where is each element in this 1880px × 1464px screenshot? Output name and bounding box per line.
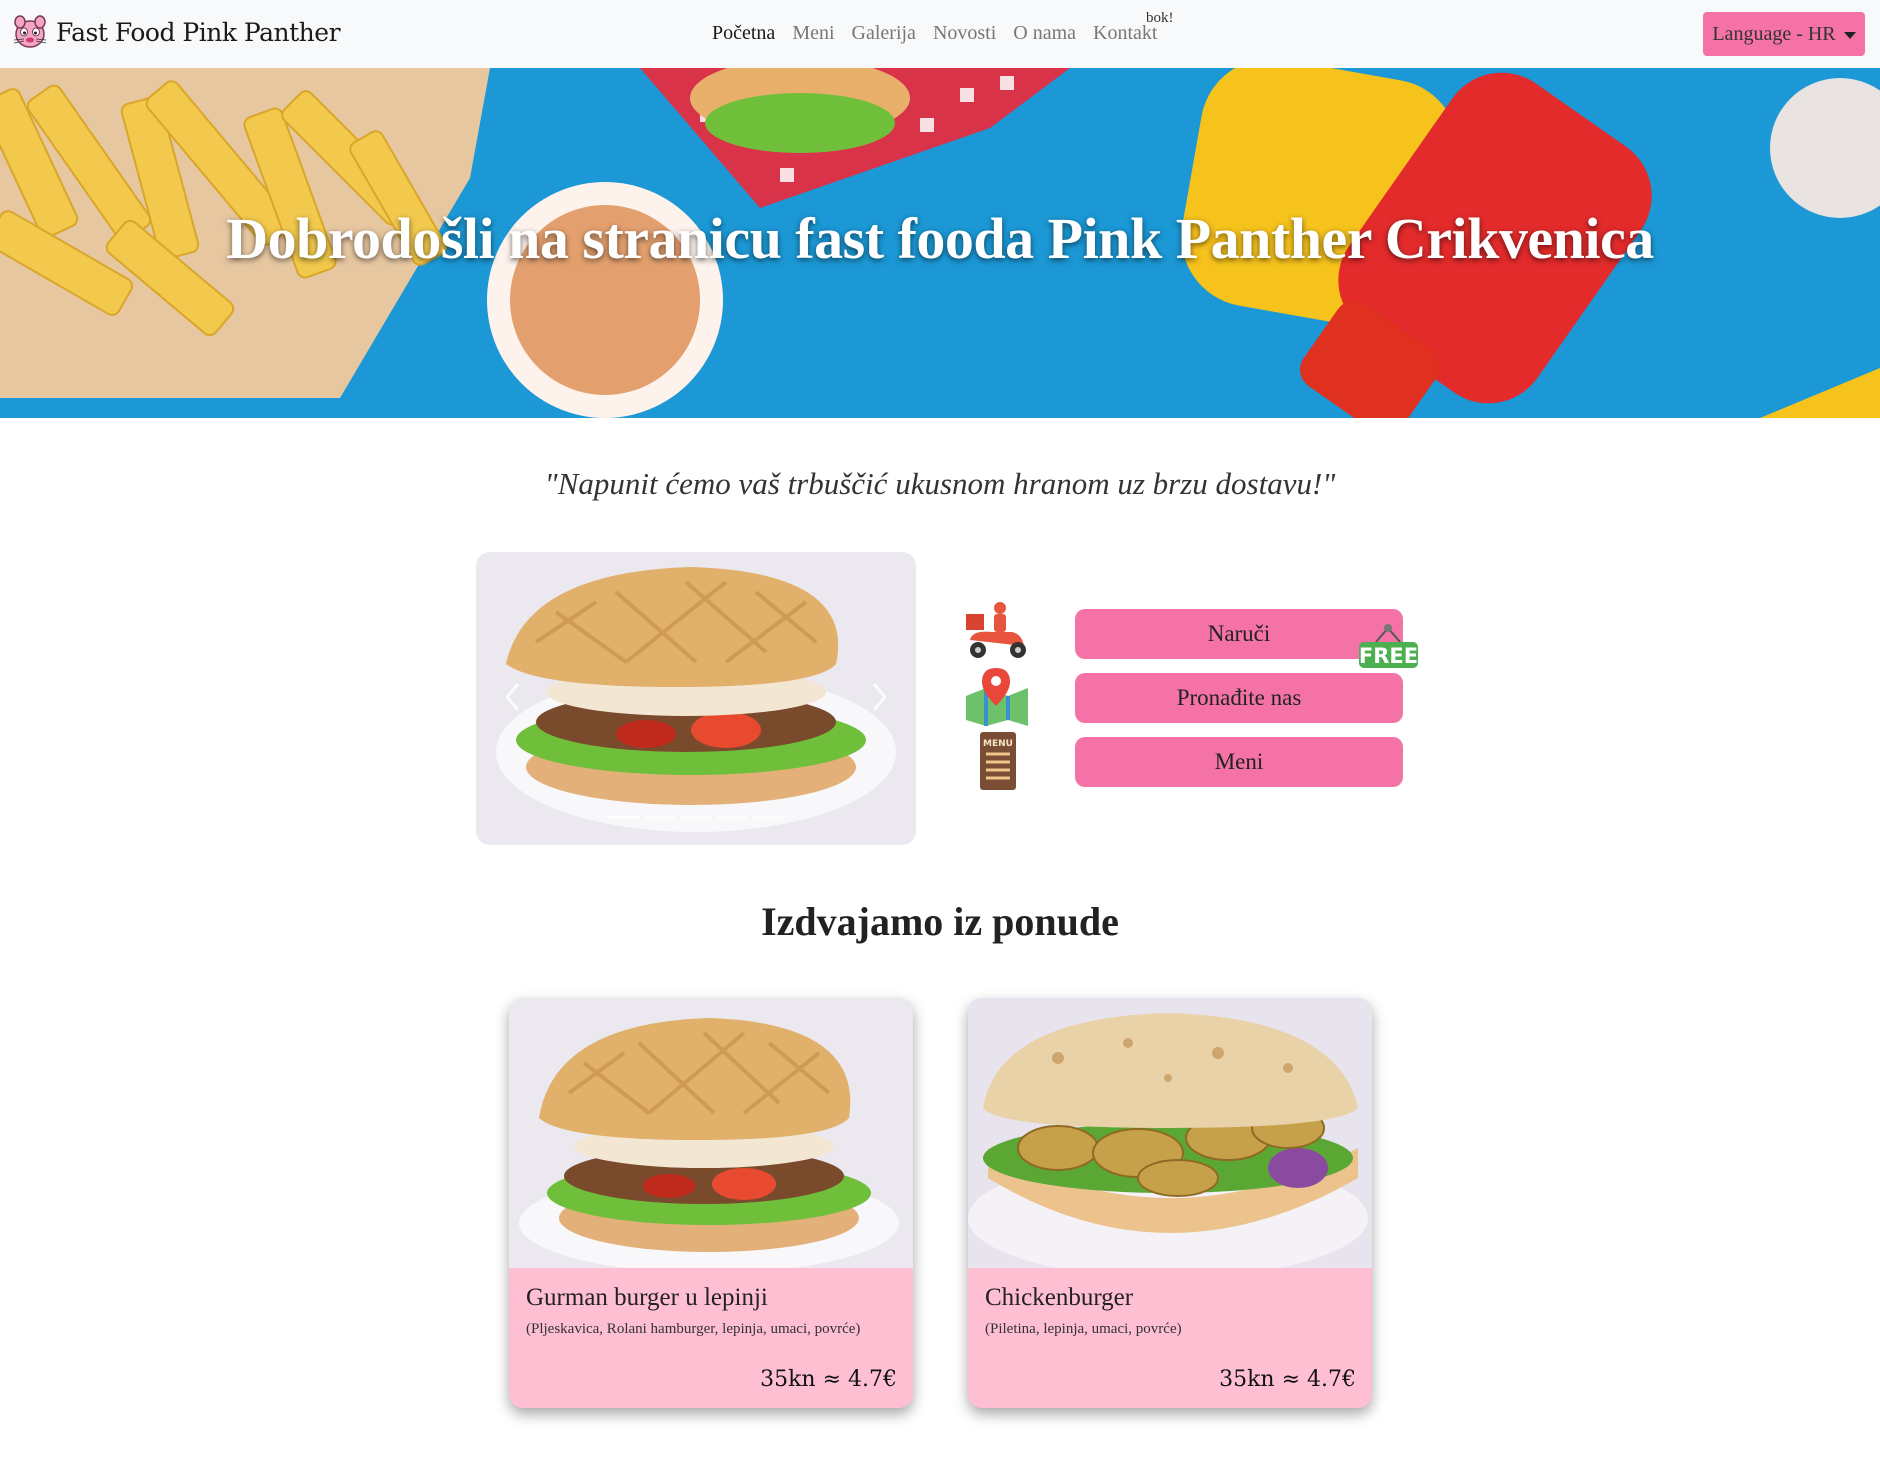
- product-image-chickenburger: [968, 998, 1372, 1268]
- carousel-indicator[interactable]: [609, 816, 639, 819]
- menu-board-icon: MENU: [980, 732, 1016, 790]
- delivery-scooter-icon: [966, 602, 1026, 658]
- nav-link-novosti[interactable]: Novosti: [933, 22, 996, 45]
- language-button-label: Language - HR: [1712, 22, 1836, 45]
- caret-down-icon: [1843, 31, 1856, 39]
- image-carousel[interactable]: [476, 552, 916, 845]
- carousel-indicators: [609, 816, 783, 819]
- map-pin-icon: [966, 668, 1028, 726]
- order-button[interactable]: Naruči: [1075, 609, 1403, 659]
- language-dropdown-button[interactable]: Language - HR: [1703, 12, 1865, 56]
- carousel-next-icon[interactable]: [872, 682, 888, 712]
- product-card-chickenburger[interactable]: Chickenburger (Piletina, lepinja, umaci,…: [968, 998, 1372, 1408]
- carousel-indicator[interactable]: [717, 816, 747, 819]
- menu-button-label: Meni: [1214, 749, 1264, 774]
- nav-links: Početna Meni Galerija Novosti O nama Kon…: [712, 22, 1157, 45]
- product-card-body: Chickenburger (Piletina, lepinja, umaci,…: [968, 1268, 1372, 1408]
- product-price: 35kn ≈ 4.7€: [760, 1367, 897, 1392]
- hero-banner: Dobrodošli na stranicu fast fooda Pink P…: [0, 68, 1880, 418]
- carousel-indicator[interactable]: [645, 816, 675, 819]
- nav-link-galerija[interactable]: Galerija: [852, 22, 916, 45]
- product-description: (Pljeskavica, Rolani hamburger, lepinja,…: [526, 1321, 861, 1337]
- product-title: Chickenburger: [985, 1284, 1134, 1311]
- product-description: (Piletina, lepinja, umaci, povrće): [985, 1321, 1182, 1337]
- product-title: Gurman burger u lepinji: [526, 1284, 768, 1311]
- carousel-indicator[interactable]: [753, 816, 783, 819]
- product-image-gurman-burger: [509, 998, 913, 1268]
- nav-link-o-nama[interactable]: O nama: [1013, 22, 1076, 45]
- nav-link-meni[interactable]: Meni: [792, 22, 834, 45]
- product-card-gurman[interactable]: Gurman burger u lepinji (Pljeskavica, Ro…: [509, 998, 913, 1408]
- carousel-indicator[interactable]: [681, 816, 711, 819]
- carousel-prev-icon[interactable]: [504, 682, 520, 712]
- menu-button[interactable]: Meni: [1075, 737, 1403, 787]
- find-us-button[interactable]: Pronađite nas: [1075, 673, 1403, 723]
- product-price: 35kn ≈ 4.7€: [1219, 1367, 1356, 1392]
- featured-section-title: Izdvajamo iz ponude: [761, 899, 1119, 944]
- product-card-body: Gurman burger u lepinji (Pljeskavica, Ro…: [509, 1268, 913, 1408]
- slogan-quote: "Napunit ćemo vaš trbuščić ukusnom hrano…: [544, 466, 1336, 501]
- brand-name: Fast Food Pink Panther: [56, 17, 341, 47]
- find-us-button-label: Pronađite nas: [1176, 685, 1302, 710]
- hero-title: Dobrodošli na stranicu fast fooda Pink P…: [226, 206, 1654, 271]
- pink-panther-logo-icon: [13, 15, 47, 48]
- nav-link-pocetna[interactable]: Početna: [712, 22, 775, 45]
- svg-text:MENU: MENU: [983, 739, 1013, 749]
- order-button-label: Naruči: [1207, 621, 1271, 646]
- carousel-slide-burger-image: [476, 552, 916, 845]
- greeting-text: bok!: [1146, 10, 1174, 26]
- free-tag-label: FREE: [1359, 644, 1418, 668]
- free-tag-icon: FREE: [1359, 624, 1418, 668]
- navbar: Fast Food Pink Panther Početna Meni Gale…: [0, 0, 1880, 68]
- brand-link[interactable]: Fast Food Pink Panther: [10, 12, 341, 52]
